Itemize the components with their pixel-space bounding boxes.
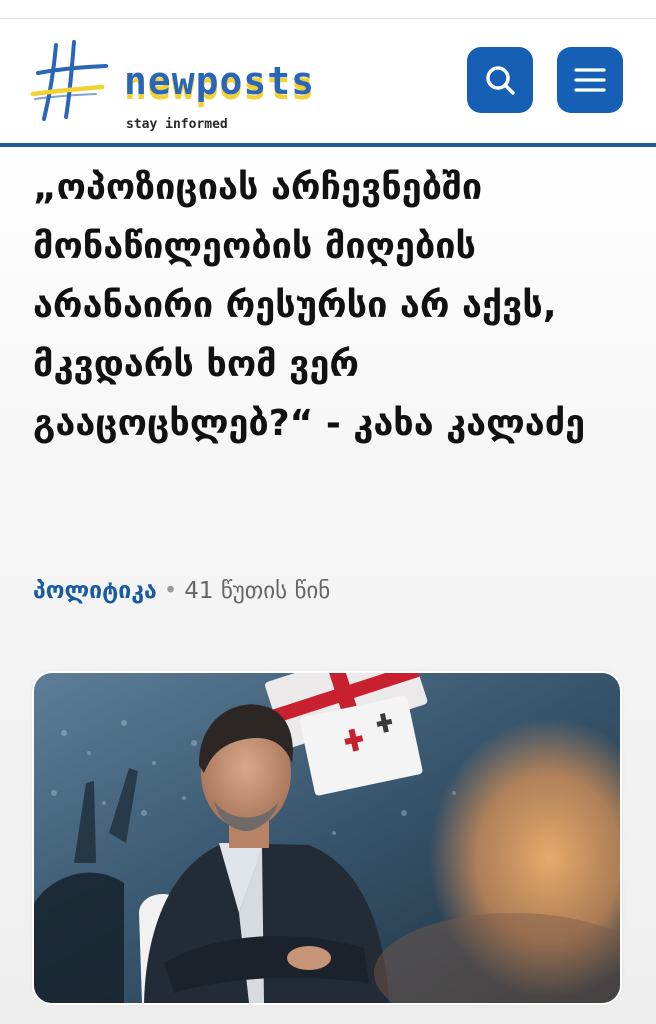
- meta-separator: •: [163, 578, 178, 604]
- logo-name: newposts: [124, 59, 316, 103]
- menu-button[interactable]: [557, 47, 623, 113]
- search-icon: [486, 66, 515, 95]
- site-logo[interactable]: newposts stay informed: [30, 39, 360, 132]
- article-meta: პოლიტიკა • 41 წუთის წინ: [33, 571, 330, 611]
- browser-top-strip: [0, 0, 656, 19]
- search-button[interactable]: [467, 47, 533, 113]
- article-hero-image[interactable]: [34, 673, 620, 1003]
- publish-time: 41 წუთის წინ: [184, 578, 331, 604]
- page: newposts stay informed „ოპოზიციას არჩევნ…: [0, 0, 656, 1024]
- logo-tagline: stay informed: [126, 117, 228, 132]
- category-link[interactable]: პოლიტიკა: [33, 578, 157, 604]
- hashtag-logo-icon: [30, 40, 108, 121]
- site-header: newposts stay informed: [0, 19, 656, 147]
- hero-photo: [34, 673, 620, 1003]
- article-title: „ოპოზიციას არჩევნებში მონაწილეობის მიღებ…: [33, 167, 586, 444]
- hamburger-menu-icon: [574, 68, 606, 92]
